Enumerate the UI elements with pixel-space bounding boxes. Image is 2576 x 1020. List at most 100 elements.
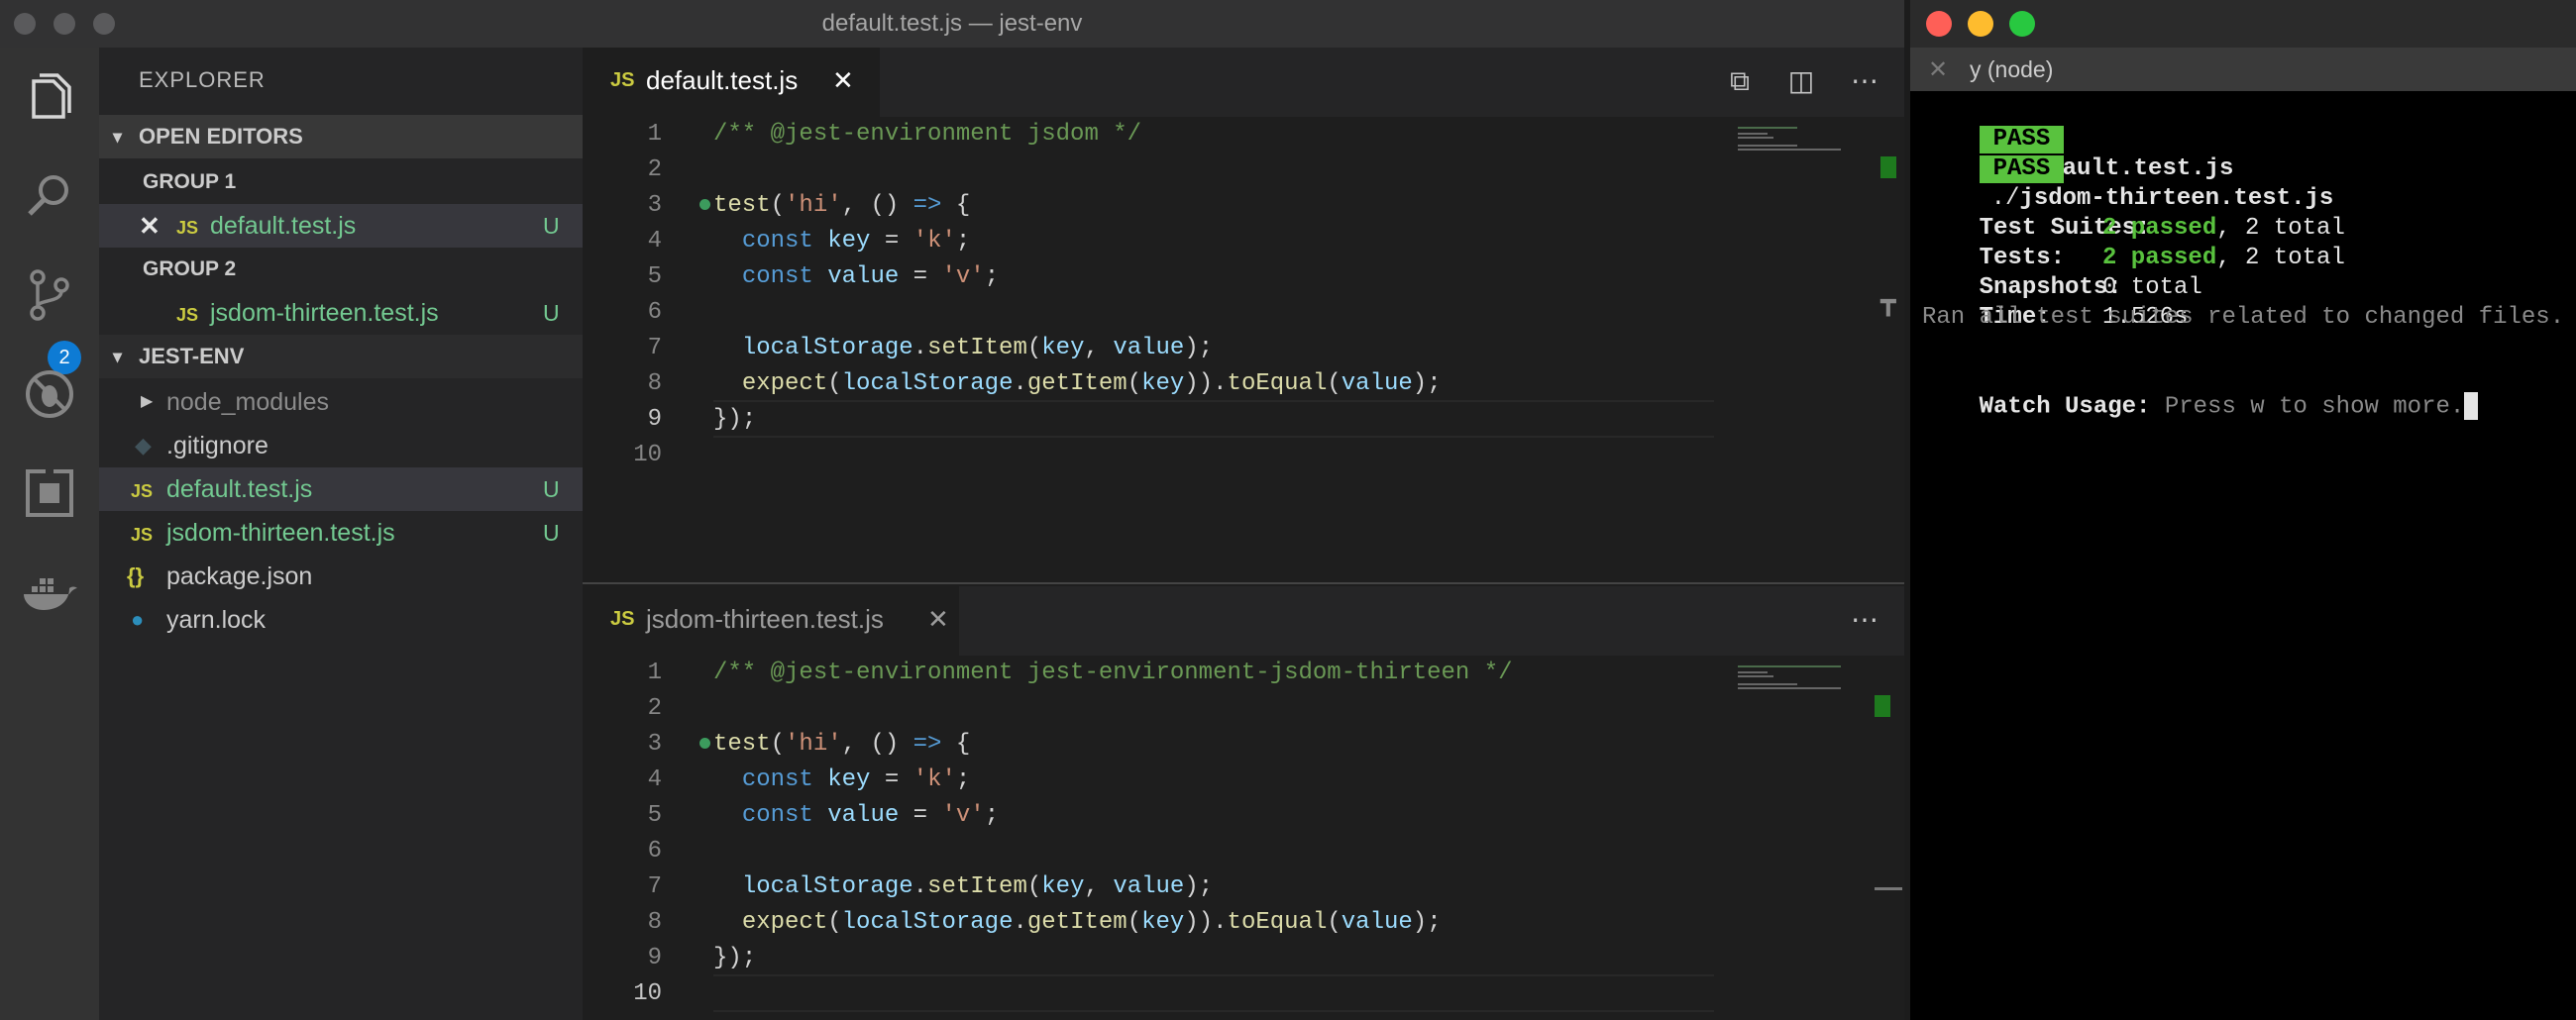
close-tab-icon[interactable]: ✕ xyxy=(1928,55,1948,84)
line-number: 5 xyxy=(647,263,662,290)
minimize-window-button[interactable] xyxy=(1968,11,1993,37)
json-file-icon: {} xyxy=(127,563,145,588)
extensions-icon[interactable] xyxy=(20,463,79,523)
code-text: localStorage.setItem(key, value); xyxy=(741,873,1214,900)
tab-jsdom-thirteen[interactable]: JS jsdom-thirteen.test.js ✕ xyxy=(583,586,959,656)
code-text: const value = 'v'; xyxy=(741,802,1000,829)
more-actions-icon[interactable]: ⋯ xyxy=(1847,602,1882,638)
code-line: 3 test('hi', () => { xyxy=(583,188,1871,224)
editor-tab-bar: JS default.test.js ✕ ⧉ ◫ ⋯ xyxy=(583,48,1904,117)
code-line: 7 localStorage.setItem(key, value); xyxy=(583,869,1871,905)
file-item[interactable]: {} package.json xyxy=(99,555,583,598)
git-change-marker xyxy=(1880,156,1896,178)
code-text: const key = 'k'; xyxy=(741,228,971,255)
snapshots-summary: Snapshots: 0 total xyxy=(1979,274,2202,301)
file-item[interactable]: JS default.test.js U xyxy=(99,467,583,511)
file-item[interactable]: ● yarn.lock xyxy=(99,598,583,642)
editor-split-divider[interactable] xyxy=(583,582,1904,584)
line-number: 7 xyxy=(647,335,662,361)
line-number: 8 xyxy=(647,370,662,397)
open-editor-item[interactable]: ✕ JS default.test.js U xyxy=(99,204,583,248)
line-number: 6 xyxy=(647,299,662,326)
code-line: 2 xyxy=(583,691,1871,727)
line-number: 5 xyxy=(647,802,662,829)
yarn-file-icon: ● xyxy=(131,607,145,632)
line-number: 1 xyxy=(647,660,662,686)
test-result-line: PASS ./jsdom-thirteen.test.js xyxy=(1922,125,2333,212)
line-number: 10 xyxy=(633,442,662,468)
code-line: 8 expect(localStorage.getItem(key)).toEq… xyxy=(583,366,1871,402)
line-number: 2 xyxy=(647,695,662,722)
window-title: default.test.js — jest-env xyxy=(821,10,1083,37)
project-header[interactable]: ▾ JEST-ENV xyxy=(99,335,583,378)
code-line: 7 localStorage.setItem(key, value); xyxy=(583,331,1871,366)
line-number: 7 xyxy=(647,873,662,900)
code-text: }); xyxy=(713,406,757,433)
open-changes-icon[interactable]: ⧉ xyxy=(1722,63,1758,99)
close-icon[interactable]: ✕ xyxy=(139,204,161,248)
code-line: 4 const key = 'k'; xyxy=(583,763,1871,798)
zoom-window-button[interactable] xyxy=(2009,11,2035,37)
code-line: 4 const key = 'k'; xyxy=(583,224,1871,259)
code-line: 10 xyxy=(583,438,1871,473)
code-line: 5 const value = 'v'; xyxy=(583,798,1871,834)
code-line: 1 /** @jest-environment jsdom */ xyxy=(583,117,1871,153)
code-text: test('hi', () => { xyxy=(699,188,970,224)
close-tab-icon[interactable]: ✕ xyxy=(832,65,854,96)
debug-icon[interactable] xyxy=(20,364,79,424)
code-text: }); xyxy=(713,945,757,971)
js-file-icon: JS xyxy=(176,218,199,238)
overview-ruler-icon: ┳ xyxy=(1880,288,1896,318)
group-label: GROUP 1 xyxy=(143,170,237,193)
untracked-badge: U xyxy=(543,520,560,546)
code-text: test('hi', () => { xyxy=(699,727,970,763)
code-line: 5 const value = 'v'; xyxy=(583,259,1871,295)
file-item[interactable]: JS jsdom-thirteen.test.js U xyxy=(99,511,583,555)
split-editor-icon[interactable]: ◫ xyxy=(1783,63,1819,99)
caret-down-icon: ▾ xyxy=(113,347,123,366)
code-line: 6 xyxy=(583,295,1871,331)
terminal-cursor xyxy=(2464,392,2479,420)
line-number: 3 xyxy=(647,192,662,219)
tests-summary: Tests: 2 passed, 2 total xyxy=(1979,245,2345,271)
title-bar: default.test.js — jest-env xyxy=(0,0,1904,48)
code-text: expect(localStorage.getItem(key)).toEqua… xyxy=(741,909,1442,936)
more-actions-icon[interactable]: ⋯ xyxy=(1847,63,1882,99)
time-summary: Time: 1.526s xyxy=(1979,304,2189,331)
code-text: const value = 'v'; xyxy=(741,263,1000,290)
open-editors-header[interactable]: ▾ OPEN EDITORS xyxy=(99,115,583,158)
watch-usage-line: Watch Usage: Press w to show more. xyxy=(1922,362,2479,420)
line-number: 10 xyxy=(633,980,662,1007)
caret-right-icon: ▶ xyxy=(141,393,154,410)
js-file-icon: JS xyxy=(131,525,154,545)
line-number: 9 xyxy=(647,945,662,971)
ran-message: Ran all test suites related to changed f… xyxy=(1922,304,2565,331)
line-number: 8 xyxy=(647,909,662,936)
line-number: 4 xyxy=(647,766,662,793)
code-line: 6 xyxy=(583,834,1871,869)
test-status-icon xyxy=(699,199,710,211)
close-tab-icon[interactable]: ✕ xyxy=(927,604,949,635)
tab-default-test[interactable]: JS default.test.js ✕ xyxy=(583,48,880,117)
files-icon[interactable] xyxy=(20,67,79,127)
suites-summary: Test Suites: 2 passed, 2 total xyxy=(1979,215,2345,242)
js-file-icon: JS xyxy=(176,305,199,325)
docker-icon[interactable] xyxy=(20,562,79,622)
vscode-window: default.test.js — jest-env 2 EXPLORER ▾ … xyxy=(0,0,1904,1020)
line-number: 1 xyxy=(647,121,662,148)
file-item[interactable]: ◆ .gitignore xyxy=(99,424,583,467)
gitignore-icon: ◆ xyxy=(135,433,152,458)
untracked-badge: U xyxy=(543,213,560,239)
test-status-icon xyxy=(699,738,710,750)
terminal-tab[interactable]: ✕ y (node) xyxy=(1910,48,2576,91)
js-file-icon: JS xyxy=(610,69,635,91)
search-icon[interactable] xyxy=(20,166,79,226)
code-text: /** @jest-environment jest-environment-j… xyxy=(713,660,1513,686)
open-editor-item[interactable]: JS jsdom-thirteen.test.js U xyxy=(99,291,583,335)
caret-down-icon: ▾ xyxy=(113,127,123,147)
source-control-icon[interactable] xyxy=(20,265,79,325)
activity-bar: 2 xyxy=(0,48,99,1020)
line-number: 3 xyxy=(647,731,662,758)
folder-item[interactable]: ▶ node_modules xyxy=(99,380,583,424)
close-window-button[interactable] xyxy=(1926,11,1952,37)
